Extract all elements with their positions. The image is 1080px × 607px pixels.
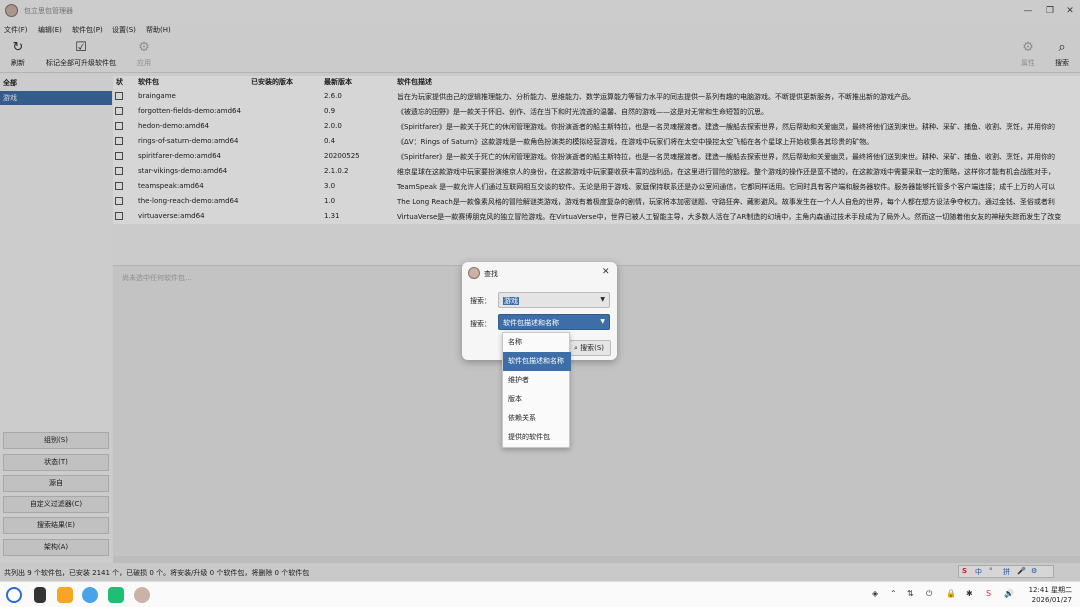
- app-window: 包立思包管理器 — ❐ ✕ 文件(F) 编辑(E) 软件包(P) 设置(S) 帮…: [0, 0, 1080, 581]
- app-store-icon[interactable]: [57, 587, 73, 603]
- lock-icon[interactable]: 🔒: [946, 589, 956, 598]
- chat-icon[interactable]: [108, 587, 124, 603]
- chevron-down-icon: ▼: [600, 318, 605, 325]
- search-value: 游戏: [503, 297, 519, 305]
- scope-value: 软件包描述和名称: [503, 319, 559, 327]
- option-maintainer[interactable]: 维护者: [503, 371, 571, 390]
- input-method-icon[interactable]: S: [986, 589, 991, 598]
- option-provides[interactable]: 提供的软件包: [503, 428, 571, 447]
- package-manager-icon[interactable]: [134, 587, 150, 603]
- clock-time: 12:41 星期二: [1028, 586, 1072, 594]
- clock[interactable]: 12:41 星期二 2026/01/27: [1028, 585, 1072, 605]
- dialog-app-icon: [468, 267, 480, 279]
- chevron-up-icon[interactable]: ⌃: [890, 589, 897, 598]
- option-name[interactable]: 名称: [503, 333, 571, 352]
- browser-icon[interactable]: [82, 587, 98, 603]
- network-icon[interactable]: ⇅: [907, 589, 914, 598]
- dialog-search-button[interactable]: ⌕ 搜索(S): [567, 340, 611, 356]
- power-icon[interactable]: ⏻: [926, 589, 932, 599]
- chevron-down-icon: ▼: [600, 296, 605, 303]
- scope-dropdown: 名称 软件包描述和名称 维护者 版本 依赖关系 提供的软件包: [502, 332, 571, 448]
- taskbar: ◈ ⌃ ⇅ ⏻ 🔒 ✱ S 🔊 12:41 星期二 2026/01/27: [0, 581, 1080, 607]
- dialog-title: 查找: [484, 270, 498, 278]
- volume-icon[interactable]: 🔊: [1004, 589, 1014, 598]
- clock-date: 2026/01/27: [1031, 596, 1072, 604]
- search-label: 搜索：: [470, 297, 491, 305]
- search-icon: ⌕: [573, 344, 578, 352]
- multitask-icon[interactable]: [34, 587, 46, 603]
- option-version[interactable]: 版本: [503, 390, 571, 409]
- option-dependencies[interactable]: 依赖关系: [503, 409, 571, 428]
- scope-label: 搜索：: [470, 320, 491, 328]
- close-icon[interactable]: ✕: [602, 267, 610, 277]
- search-scope-select[interactable]: 软件包描述和名称 ▼: [498, 314, 610, 330]
- shield-icon[interactable]: ◈: [872, 589, 878, 598]
- option-desc-and-name[interactable]: 软件包描述和名称: [503, 352, 571, 371]
- launcher-icon[interactable]: [6, 587, 22, 603]
- search-input[interactable]: 游戏 ▼: [498, 292, 610, 308]
- bluetooth-icon[interactable]: ✱: [966, 589, 973, 598]
